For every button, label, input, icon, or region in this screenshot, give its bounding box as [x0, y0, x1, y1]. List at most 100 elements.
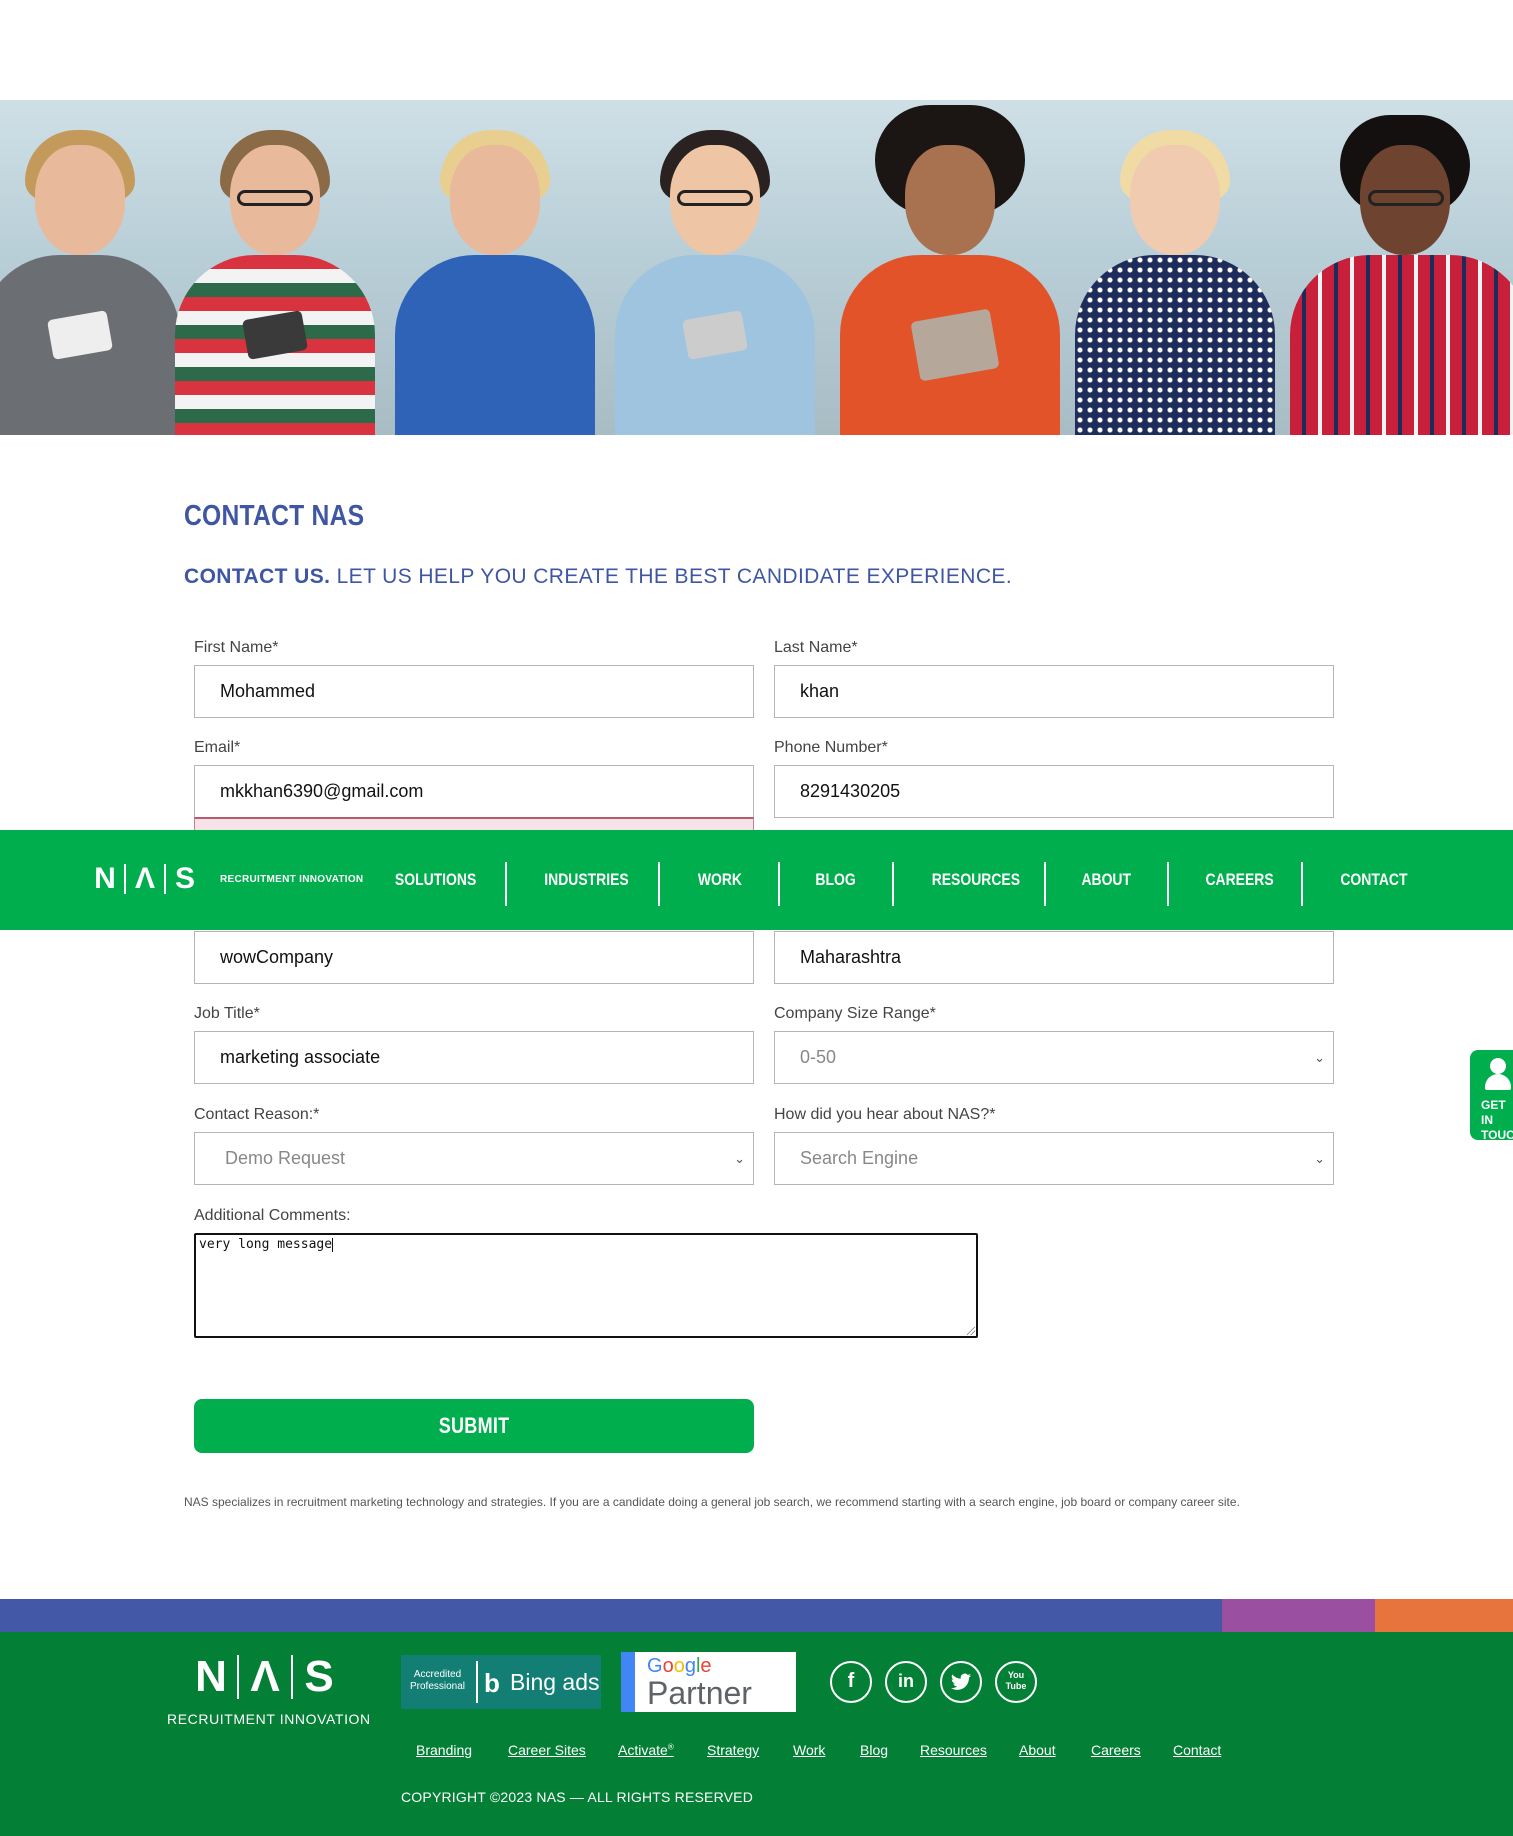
contact-reason-value: Demo Request: [225, 1148, 346, 1168]
nav-item-industries[interactable]: INDUSTRIES: [535, 830, 630, 930]
phone-input[interactable]: 8291430205: [774, 765, 1334, 818]
bing-professional: Professional: [410, 1681, 466, 1692]
logo-letter: S: [304, 1652, 334, 1701]
logo-letter: N: [94, 862, 116, 895]
comments-value: very long message: [199, 1237, 333, 1252]
nav-divider: [1301, 862, 1303, 906]
logo-letter: Λ: [250, 1652, 280, 1701]
contact-reason-select[interactable]: Demo Request ⌄: [194, 1132, 754, 1185]
company-input[interactable]: wowCompany: [194, 931, 754, 984]
social-glyph: in: [898, 1671, 914, 1691]
nav-item-contact[interactable]: CONTACT: [1333, 830, 1409, 930]
footer-link-about[interactable]: About: [1019, 1742, 1056, 1758]
text-caret: [332, 1237, 334, 1252]
footer-accent-orange: [1375, 1599, 1513, 1632]
footer-accent-purple: [1222, 1599, 1375, 1632]
bing-accredited: Accredited: [413, 1669, 462, 1680]
company-size-label: Company Size Range*: [774, 1005, 936, 1022]
comments-textarea[interactable]: very long message: [194, 1233, 978, 1338]
footer-nas-logo[interactable]: N Λ S: [193, 1652, 337, 1702]
linkedin-icon[interactable]: in: [885, 1661, 927, 1703]
job-title-label: Job Title*: [194, 1005, 260, 1022]
nav-item-label: SOLUTIONS: [394, 870, 477, 889]
registered-mark: ®: [667, 1742, 674, 1752]
nav-item-label: WORK: [697, 870, 743, 889]
twitter-icon[interactable]: [940, 1661, 982, 1703]
bing-accredited-text: Accredited Professional: [410, 1669, 465, 1693]
chevron-down-icon: ⌄: [1314, 1151, 1325, 1166]
resize-grip-icon[interactable]: [967, 1327, 975, 1335]
disclaimer-text: NAS specializes in recruitment marketing…: [184, 1495, 1240, 1509]
main-navbar: N Λ S RECRUITMENT INNOVATION SOLUTIONS I…: [0, 830, 1513, 930]
hero-person: [0, 125, 180, 435]
bing-ads-badge[interactable]: Accredited Professional b Bing ads: [401, 1655, 601, 1709]
company-size-value: 0-50: [800, 1047, 837, 1067]
get-in-touch-tab[interactable]: GET IN TOUCH: [1470, 1050, 1513, 1142]
nav-item-blog[interactable]: BLOG: [808, 830, 863, 930]
footer-link-blog[interactable]: Blog: [860, 1742, 888, 1758]
nav-item-solutions[interactable]: SOLUTIONS: [386, 830, 476, 930]
nav-item-label: RESOURCES: [931, 870, 1020, 889]
company-size-select[interactable]: 0-50 ⌄: [774, 1031, 1334, 1084]
logo-letter: S: [174, 862, 195, 895]
footer-link-work[interactable]: Work: [793, 1742, 825, 1758]
facebook-icon[interactable]: f: [830, 1661, 872, 1703]
email-input[interactable]: mkkhan6390@gmail.com: [194, 765, 754, 818]
social-glyph: You Tube: [1005, 1670, 1027, 1691]
email-error-message: [194, 817, 754, 831]
logo-tagline: RECRUITMENT INNOVATION: [220, 873, 364, 885]
subtitle-bold: CONTACT US.: [184, 565, 331, 588]
hero-person: [840, 105, 1060, 435]
nav-divider: [505, 862, 507, 906]
hero-person: [395, 125, 595, 435]
footer-link-activate[interactable]: Activate®: [618, 1742, 674, 1758]
submit-button[interactable]: SUBMIT: [194, 1399, 754, 1453]
nav-divider: [1044, 862, 1046, 906]
last-name-label: Last Name*: [774, 639, 858, 656]
chevron-down-icon: ⌄: [1314, 1050, 1325, 1065]
nav-item-careers[interactable]: CAREERS: [1198, 830, 1273, 930]
nav-item-about[interactable]: ABOUT: [1076, 830, 1136, 930]
footer-link-strategy[interactable]: Strategy: [707, 1742, 759, 1758]
phone-label: Phone Number*: [774, 739, 888, 756]
chevron-down-icon: ⌄: [734, 1151, 745, 1166]
youtube-icon[interactable]: You Tube: [995, 1661, 1037, 1703]
footer-link-contact[interactable]: Contact: [1173, 1742, 1221, 1758]
nav-item-label: ABOUT: [1081, 870, 1132, 889]
logo-letter: Λ: [134, 862, 155, 895]
bing-ads-text: Bing ads: [510, 1669, 600, 1695]
subtitle-rest: LET US HELP YOU CREATE THE BEST CANDIDAT…: [330, 565, 1013, 588]
last-name-input[interactable]: khan: [774, 665, 1334, 718]
logo-letter: N: [195, 1652, 227, 1701]
touch-line1: GET IN: [1481, 1098, 1506, 1127]
bing-icon: b: [484, 1668, 500, 1698]
footer-link-branding[interactable]: Branding: [416, 1742, 472, 1758]
state-input[interactable]: Maharashtra: [774, 931, 1334, 984]
nav-item-label: CONTACT: [1340, 870, 1408, 889]
footer-accent-blue: [0, 1599, 1222, 1632]
submit-label: SUBMIT: [438, 1413, 510, 1438]
logo-divider: [124, 864, 126, 894]
twitter-bird-icon: [950, 1673, 972, 1690]
nav-item-label: INDUSTRIES: [544, 870, 629, 889]
hear-about-select[interactable]: Search Engine ⌄: [774, 1132, 1334, 1185]
comments-label: Additional Comments:: [194, 1207, 351, 1224]
nav-divider: [892, 862, 894, 906]
nav-item-label: BLOG: [815, 870, 856, 889]
hero-person: [1290, 115, 1513, 435]
nav-item-resources[interactable]: RESOURCES: [922, 830, 1020, 930]
nav-divider: [778, 862, 780, 906]
logo-divider: [291, 1655, 293, 1699]
hero-person: [615, 125, 815, 435]
footer-link-resources[interactable]: Resources: [920, 1742, 987, 1758]
footer-link-career-sites[interactable]: Career Sites: [508, 1742, 586, 1758]
touch-line2: TOUCH: [1481, 1128, 1513, 1142]
user-icon: [1485, 1058, 1511, 1090]
first-name-input[interactable]: Mohammed: [194, 665, 754, 718]
footer-link-careers[interactable]: Careers: [1091, 1742, 1141, 1758]
google-partner-badge[interactable]: Google Partner: [621, 1652, 796, 1712]
social-glyph: f: [847, 1670, 855, 1692]
nav-item-work[interactable]: WORK: [690, 830, 750, 930]
nas-logo[interactable]: N Λ S RECRUITMENT INNOVATION: [92, 862, 363, 896]
job-title-input[interactable]: marketing associate: [194, 1031, 754, 1084]
